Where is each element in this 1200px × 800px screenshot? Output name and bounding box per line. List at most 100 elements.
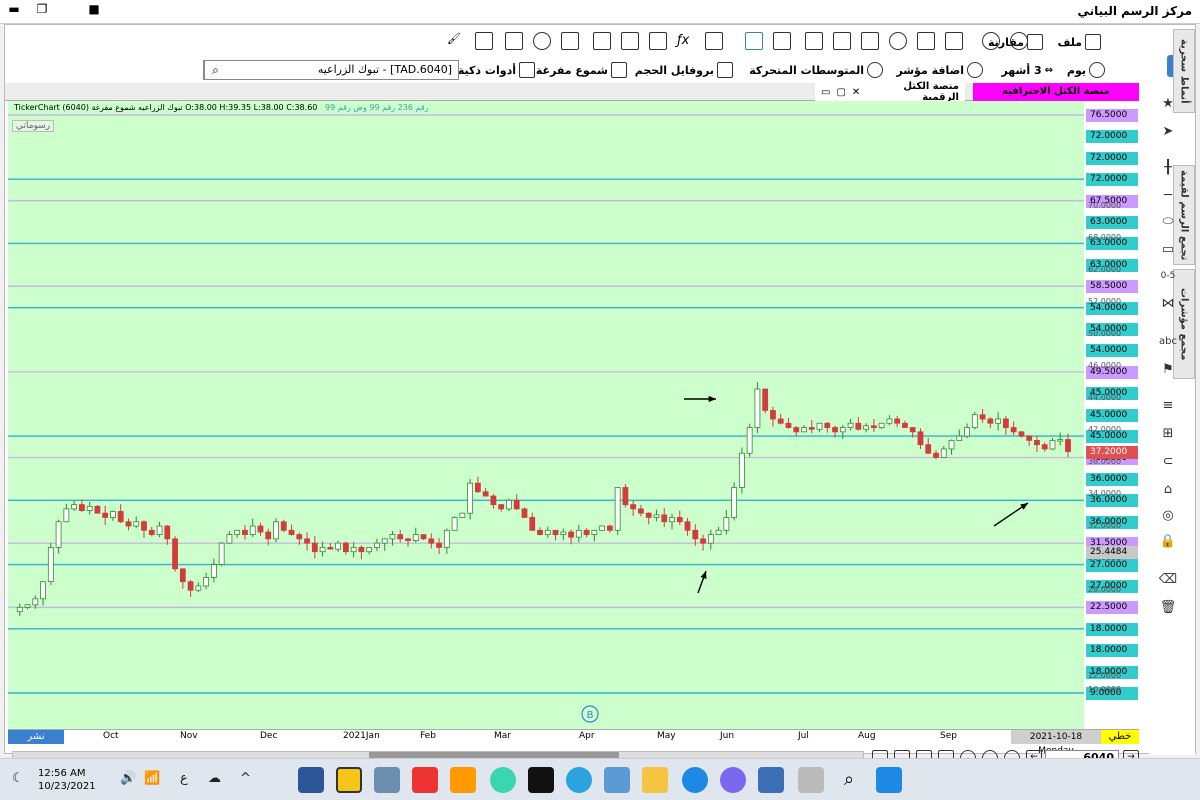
search-icon[interactable]: ⌕: [204, 61, 226, 79]
channel-icon[interactable]: ▭: [1157, 239, 1179, 261]
grid-icon[interactable]: [561, 32, 579, 50]
tab-extended[interactable]: منصة الكتل الاحترافيه: [973, 83, 1139, 101]
candle: [614, 487, 621, 531]
candle: [979, 414, 986, 420]
task-view-icon[interactable]: [798, 767, 824, 793]
language-indicator[interactable]: ع: [180, 771, 188, 786]
trash-icon[interactable]: 🗑: [1157, 597, 1179, 619]
month-label: Aug: [858, 731, 876, 741]
candles-icon[interactable]: [833, 32, 851, 50]
night-icon[interactable]: ☾: [12, 771, 24, 786]
chevron-up-icon[interactable]: ^: [240, 771, 251, 786]
candle: [1049, 439, 1056, 450]
candle: [995, 418, 1002, 424]
magnet-icon[interactable]: ⊂: [1157, 451, 1179, 473]
horizontal-line-icon[interactable]: ─: [1157, 185, 1179, 207]
undo-icon[interactable]: [982, 32, 1000, 50]
drawing-tag[interactable]: رسوماتي: [12, 120, 55, 132]
candle: [762, 388, 769, 411]
teams-icon[interactable]: [720, 767, 746, 793]
candle: [808, 427, 815, 430]
hide-icon[interactable]: ◎: [1157, 505, 1179, 527]
search-taskbar-icon[interactable]: ⌕: [836, 767, 862, 793]
wifi-icon[interactable]: 📶: [144, 771, 160, 786]
candle: [94, 505, 101, 514]
add-indicator-button[interactable]: اضافة مؤشر: [896, 60, 983, 80]
folder-icon[interactable]: [642, 767, 668, 793]
camera-snapshot-icon[interactable]: [505, 32, 523, 50]
hand-icon[interactable]: [889, 32, 907, 50]
candle: [948, 439, 955, 450]
tab-digital[interactable]: منصة الكتل الرقمية ✕▢▭: [815, 81, 965, 103]
app-red-icon[interactable]: [412, 767, 438, 793]
candle: [824, 422, 831, 428]
widgets-icon[interactable]: [758, 767, 784, 793]
table-icon[interactable]: [593, 32, 611, 50]
columns-icon[interactable]: [621, 32, 639, 50]
price-chart[interactable]: B TickerChart تبوك الزراعيه شموع مفرغة (…: [8, 101, 1084, 729]
range-selector[interactable]: ⇔ 3 أشهر: [1001, 60, 1053, 80]
flag-icon[interactable]: ⚑: [1157, 359, 1179, 381]
period-selector[interactable]: يوم: [1067, 60, 1105, 80]
crosshair-icon[interactable]: [861, 32, 879, 50]
candle: [847, 422, 854, 428]
eraser-icon[interactable]: ⌫: [1157, 569, 1179, 591]
ellipse-icon[interactable]: ⬭: [1157, 211, 1179, 233]
measure-icon[interactable]: ⊞: [1157, 423, 1179, 445]
tickerchart-icon[interactable]: [336, 767, 362, 793]
brush-icon[interactable]: 🖌: [447, 32, 465, 50]
file-menu[interactable]: ملف: [1058, 32, 1101, 52]
message-icon[interactable]: [773, 32, 791, 50]
candle: [661, 514, 668, 523]
search-input[interactable]: [TAD.6040] - تبوك الزراعيه: [226, 61, 458, 79]
zigzag-icon[interactable]: ⋈: [1157, 293, 1179, 315]
candle: [777, 418, 784, 424]
tradingview-icon[interactable]: [528, 767, 554, 793]
calculator-icon[interactable]: [374, 767, 400, 793]
hollow-candles-button[interactable]: شموع مفرغة: [536, 60, 627, 80]
share-button[interactable]: نشر: [8, 730, 64, 744]
word-icon[interactable]: [298, 767, 324, 793]
moving-averages-button[interactable]: المتوسطات المتحركة: [749, 60, 883, 80]
alert-icon[interactable]: [745, 32, 763, 50]
clock[interactable]: 12:56 AM 10/23/2021: [38, 767, 96, 793]
bars-icon[interactable]: [805, 32, 823, 50]
candle: [785, 422, 792, 428]
chart-app-icon[interactable]: [450, 767, 476, 793]
candle: [964, 427, 970, 437]
camera-icon[interactable]: ■: [80, 0, 108, 18]
lock-icon[interactable]: 🔒: [1157, 531, 1179, 553]
vertical-line-icon[interactable]: ╂: [1157, 157, 1179, 179]
layers-icon[interactable]: ≡: [1157, 395, 1179, 417]
text-icon[interactable]: abc: [1157, 331, 1179, 353]
chat-app-icon[interactable]: [490, 767, 516, 793]
price-axis[interactable]: 76.5000 72.0000 72.0000 72.0000 67.5000 63.00…: [1084, 101, 1139, 729]
store-icon[interactable]: [604, 767, 630, 793]
telegram-icon[interactable]: [566, 767, 592, 793]
restore-button[interactable]: ❐: [28, 0, 56, 18]
volume-profile-button[interactable]: بروفايل الحجم: [635, 60, 733, 80]
list-icon[interactable]: [705, 32, 723, 50]
volume-icon[interactable]: 🔊: [120, 771, 136, 786]
linear-scale-button[interactable]: خطي: [1101, 730, 1139, 744]
minimize-button[interactable]: ▬: [0, 0, 28, 18]
tab-window-controls[interactable]: ✕▢▭: [821, 87, 866, 98]
smart-tools-button[interactable]: أدوات ذكية: [458, 60, 535, 80]
template-icon[interactable]: [475, 32, 493, 50]
cloud-icon[interactable]: ☁: [208, 771, 221, 786]
candle: [265, 531, 272, 540]
color-icon[interactable]: [649, 32, 667, 50]
cursor-icon[interactable]: ➤: [1157, 121, 1179, 143]
zoom-box-icon[interactable]: [945, 32, 963, 50]
symbol-search[interactable]: [TAD.6040] - تبوك الزراعيه ⌕: [203, 60, 459, 80]
fit-icon[interactable]: [917, 32, 935, 50]
edge-icon[interactable]: [682, 767, 708, 793]
fibonacci-icon[interactable]: 0-5: [1157, 265, 1179, 287]
star-icon[interactable]: ★: [1157, 93, 1179, 115]
windows-start-icon[interactable]: [876, 767, 902, 793]
paint-icon[interactable]: ⌂: [1157, 479, 1179, 501]
refresh-icon[interactable]: [533, 32, 551, 50]
redo-icon[interactable]: [1010, 32, 1028, 50]
candle: [599, 525, 606, 531]
function-icon[interactable]: ƒx: [677, 32, 695, 50]
